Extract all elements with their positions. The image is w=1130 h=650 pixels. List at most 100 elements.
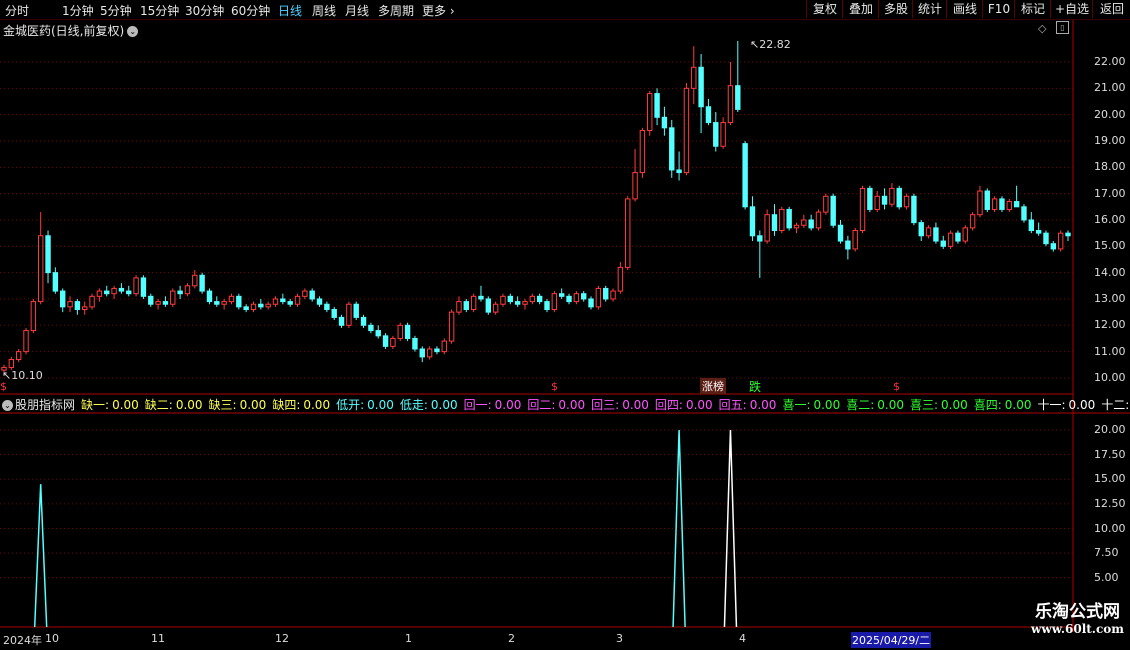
high-price-marker: ↖22.82 <box>750 38 791 51</box>
candle-down <box>162 301 169 305</box>
mark-button[interactable]: 标记 <box>1014 0 1051 18</box>
period-tab-more[interactable]: 更多 › <box>422 2 455 19</box>
chevron-down-icon[interactable]: ⌄ <box>2 400 13 411</box>
candle-up <box>522 301 528 305</box>
candle-down <box>984 190 990 210</box>
indicator-value-label: 缺一: <box>81 398 110 412</box>
candle-up <box>155 301 161 305</box>
indicator-series <box>33 429 738 628</box>
candle-down <box>280 298 286 303</box>
indicator-value-number: 0.00 <box>239 398 267 412</box>
period-tab-weekly[interactable]: 周线 <box>312 2 336 19</box>
overlay-button[interactable]: 叠加 <box>842 0 879 18</box>
dollar-signal-icon: $ <box>551 380 558 393</box>
candle-down <box>478 295 484 300</box>
draw-line-button[interactable]: 画线 <box>946 0 983 18</box>
candle-up <box>969 214 976 229</box>
indicator-value-label: 喜四: <box>973 398 1002 412</box>
indicator-value-label: 十一: <box>1037 398 1066 412</box>
candle-up <box>551 293 558 311</box>
indicator-value-item: 回二: 0.00 <box>527 398 585 412</box>
period-tab-multi[interactable]: 多周期 <box>378 2 414 19</box>
candle-up <box>221 301 227 305</box>
add-watchlist-button[interactable]: +自选 <box>1050 0 1093 18</box>
period-tab-15min[interactable]: 15分钟 <box>140 2 179 19</box>
indicator-value-label: 低走: <box>399 398 428 412</box>
period-tab-daily[interactable]: 日线 <box>278 2 302 19</box>
candle-down <box>463 301 469 311</box>
price-tick: 11.00 <box>1094 344 1126 358</box>
indicator-value-number: 0.00 <box>494 398 522 412</box>
indicator-value-label: 回五: <box>718 398 747 412</box>
candle-up <box>184 285 191 295</box>
candle-down <box>485 298 492 313</box>
candle-down <box>324 303 330 311</box>
candle-down <box>353 303 359 318</box>
candle-up <box>67 301 73 308</box>
indicator-tick: 15.00 <box>1094 472 1126 486</box>
candle-up <box>683 87 690 174</box>
indicator-value-item: 低走: 0.00 <box>400 398 458 412</box>
candle-up <box>632 172 638 200</box>
indicator-tick: 7.50 <box>1094 546 1119 560</box>
chevron-right-icon: › <box>446 4 455 18</box>
indicator-legend: ⌄ 股朋指标网 缺一: 0.00 缺二: 0.00 缺三: 0.00 缺四: 0.00 低开: 0.0… <box>0 396 1130 412</box>
indicator-value-number: 0.00 <box>367 398 394 412</box>
watermark: 乐淘公式网 www.60lt.com <box>1031 597 1124 636</box>
candle-up <box>823 195 829 213</box>
indicator-spike <box>672 429 686 628</box>
period-tab-5min[interactable]: 5分钟 <box>100 2 132 19</box>
candle-up <box>617 266 624 292</box>
candle-down <box>1021 206 1027 221</box>
candle-down <box>808 219 814 229</box>
period-tab-60min[interactable]: 60分钟 <box>231 2 270 19</box>
candle-down <box>1035 230 1042 234</box>
more-label: 更多 <box>422 4 447 18</box>
candle-up <box>15 351 22 361</box>
candle-up <box>250 303 257 311</box>
candle-down <box>603 287 609 300</box>
date-tick: 1 <box>405 632 412 645</box>
back-button[interactable]: 返回 <box>1092 0 1130 18</box>
candle-up <box>1006 201 1012 210</box>
candle-up <box>977 190 983 216</box>
adjust-button[interactable]: 复权 <box>806 0 843 18</box>
indicator-value-item: 喜一: 0.00 <box>782 398 840 412</box>
indicator-spike <box>723 429 738 628</box>
f10-button[interactable]: F10 <box>982 0 1015 18</box>
indicator-value-label: 缺二: <box>144 398 173 412</box>
candle-up <box>764 214 770 242</box>
period-tab-intraday[interactable]: 分时 <box>5 2 29 19</box>
date-tick: 10 <box>45 632 59 645</box>
indicator-value-number: 0.00 <box>430 398 458 412</box>
limit-up-signal: 涨榜 <box>700 378 726 394</box>
candle-up <box>903 195 910 208</box>
watermark-title: 乐淘公式网 <box>1035 602 1121 622</box>
candle-down <box>771 214 778 232</box>
stats-button[interactable]: 统计 <box>912 0 947 18</box>
candle-down <box>654 93 660 118</box>
indicator-value-number: 0.00 <box>175 398 203 412</box>
period-tab-monthly[interactable]: 月线 <box>345 2 369 19</box>
price-tick: 20.00 <box>1094 107 1126 121</box>
candle-up <box>265 303 271 308</box>
candle-up <box>793 224 800 229</box>
indicator-value-item: 缺三: 0.00 <box>209 398 267 412</box>
candle-up <box>390 337 396 347</box>
dollar-signal-icon: $ <box>0 380 7 393</box>
candle-up <box>8 359 15 368</box>
multi-stock-button[interactable]: 多股 <box>878 0 913 18</box>
candle-down <box>580 293 587 300</box>
candle-down <box>52 272 59 292</box>
candle-up <box>272 298 279 305</box>
period-tab-1min[interactable]: 1分钟 <box>62 2 94 19</box>
indicator-value-number: 0.00 <box>622 398 649 412</box>
candle-down <box>118 287 125 292</box>
indicator-value-label: 低开: <box>336 398 365 412</box>
candle-down <box>896 187 902 208</box>
indicator-value-number: 0.00 <box>112 398 139 412</box>
candle-down <box>331 309 337 318</box>
period-tab-30min[interactable]: 30分钟 <box>185 2 224 19</box>
price-tick: 22.00 <box>1094 55 1126 68</box>
indicator-value-number: 0.00 <box>749 398 777 412</box>
